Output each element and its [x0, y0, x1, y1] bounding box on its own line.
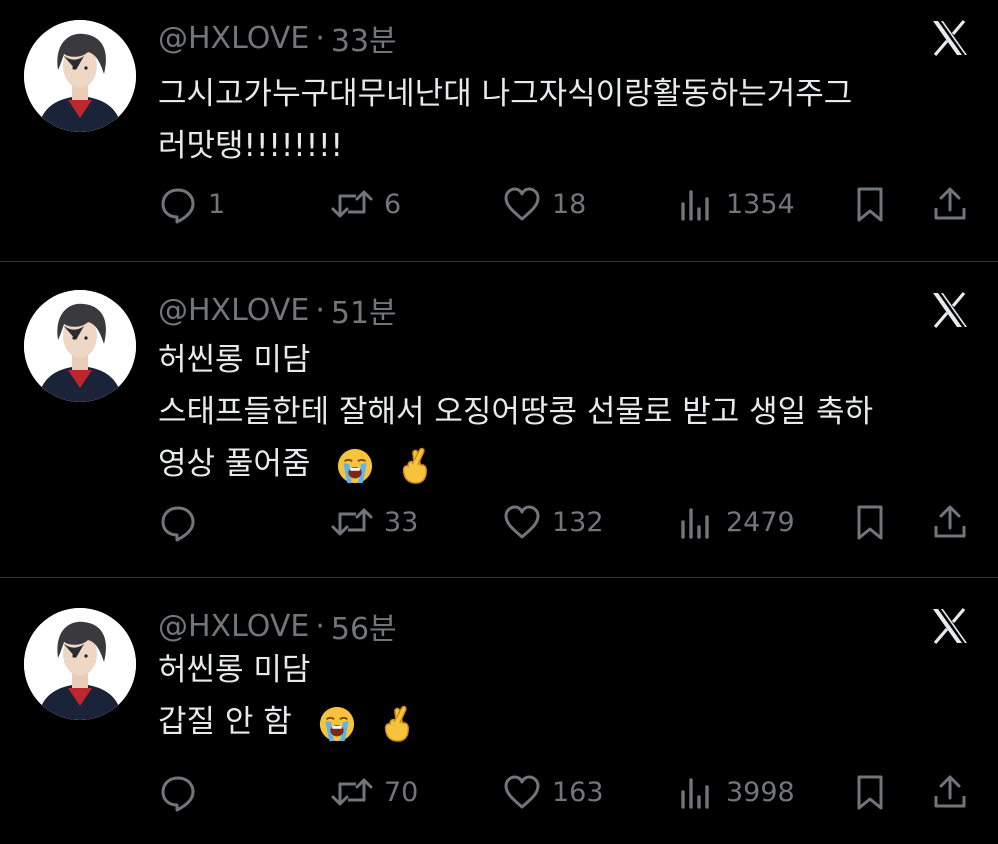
retweet-button[interactable]: 6	[330, 184, 401, 224]
bookmark-button[interactable]	[850, 502, 890, 542]
tweet-text-line: 그시고가누구대무네난대 나그자식이랑활동하는거주그	[158, 76, 853, 112]
x-logo-icon	[930, 18, 970, 58]
share-button[interactable]	[930, 184, 970, 224]
separator-dot: ·	[315, 292, 325, 328]
tweet-text-line: 스태프들한테 잘해서 오징어땅콩 선물로 받고 생일 축하	[158, 394, 874, 430]
tweet-header: @HXLOVE · 56분	[158, 604, 397, 648]
tweet[interactable]: @HXLOVE · 33분 그시고가누구대무네난대 나그자식이랑활동하는거주그 …	[0, 0, 998, 262]
views-button[interactable]: 1354	[676, 184, 795, 224]
separator-dot: ·	[315, 20, 325, 56]
retweet-count: 33	[384, 506, 419, 538]
loudly-crying-face-icon	[318, 705, 356, 743]
separator-dot: ·	[315, 608, 325, 644]
like-count: 163	[552, 776, 604, 808]
tweet-text: 허씬롱 미담 스태프들한테 잘해서 오징어땅콩 선물로 받고 생일 축하 영상 …	[158, 334, 970, 490]
share-icon	[930, 184, 970, 224]
retweet-icon	[330, 184, 374, 224]
bookmark-button[interactable]	[850, 184, 890, 224]
tweet-text-line: 영상 풀어줌	[158, 438, 970, 490]
tweet-text-segment: 갑질 안 함	[158, 704, 292, 740]
share-button[interactable]	[930, 502, 970, 542]
share-button[interactable]	[930, 772, 970, 812]
x-logo-icon	[930, 290, 970, 330]
reply-icon	[158, 502, 198, 542]
user-handle[interactable]: @HXLOVE	[158, 609, 309, 644]
crossed-fingers-icon	[394, 447, 432, 485]
user-handle[interactable]: @HXLOVE	[158, 293, 309, 328]
timestamp[interactable]: 51분	[331, 288, 397, 332]
heart-icon	[502, 184, 542, 224]
tweet-text-line: 러맛탱!!!!!!!!	[158, 128, 343, 164]
reply-count: 1	[208, 188, 226, 220]
retweet-button[interactable]: 70	[330, 772, 418, 812]
tweet-header: @HXLOVE · 33분	[158, 16, 397, 60]
heart-icon	[502, 772, 542, 812]
tweet[interactable]: @HXLOVE · 51분 허씬롱 미담 스태프들한테 잘해서 오징어땅콩 선물…	[0, 262, 998, 578]
timestamp[interactable]: 56분	[331, 604, 397, 648]
views-button[interactable]: 2479	[676, 502, 795, 542]
views-icon	[676, 184, 716, 224]
views-count: 3998	[726, 776, 795, 808]
retweet-icon	[330, 502, 374, 542]
retweet-icon	[330, 772, 374, 812]
bookmark-icon	[850, 772, 890, 812]
bookmark-icon	[850, 502, 890, 542]
views-button[interactable]: 3998	[676, 772, 795, 812]
action-bar: 33 132 2479	[158, 502, 970, 542]
reply-button[interactable]	[158, 772, 208, 812]
like-button[interactable]: 132	[502, 502, 604, 542]
reply-button[interactable]	[158, 502, 208, 542]
reply-icon	[158, 184, 198, 224]
views-count: 2479	[726, 506, 795, 538]
avatar[interactable]	[24, 608, 136, 720]
views-icon	[676, 502, 716, 542]
heart-icon	[502, 502, 542, 542]
reply-button[interactable]: 1	[158, 184, 225, 224]
crossed-fingers-icon	[376, 705, 414, 743]
tweet-text-line: 허씬롱 미담	[158, 342, 311, 378]
like-count: 18	[552, 188, 587, 220]
retweet-count: 70	[384, 776, 419, 808]
bookmark-icon	[850, 184, 890, 224]
action-bar: 70 163 3998	[158, 772, 970, 812]
retweet-button[interactable]: 33	[330, 502, 418, 542]
share-icon	[930, 772, 970, 812]
tweet-text: 허씬롱 미담 갑질 안 함	[158, 644, 970, 748]
x-logo-icon	[930, 606, 970, 646]
avatar[interactable]	[24, 290, 136, 402]
tweet-text-segment: 영상 풀어줌	[158, 446, 311, 482]
avatar[interactable]	[24, 20, 136, 132]
tweet-text-line: 갑질 안 함	[158, 696, 970, 748]
user-handle[interactable]: @HXLOVE	[158, 21, 309, 56]
tweet[interactable]: @HXLOVE · 56분 허씬롱 미담 갑질 안 함 70 163 3998	[0, 578, 998, 844]
loudly-crying-face-icon	[336, 447, 374, 485]
timestamp[interactable]: 33분	[331, 16, 397, 60]
retweet-count: 6	[384, 188, 402, 220]
views-count: 1354	[726, 188, 795, 220]
like-count: 132	[552, 506, 604, 538]
tweet-header: @HXLOVE · 51분	[158, 288, 397, 332]
bookmark-button[interactable]	[850, 772, 890, 812]
views-icon	[676, 772, 716, 812]
action-bar: 1 6 18 1354	[158, 184, 970, 224]
tweet-text-line: 허씬롱 미담	[158, 652, 311, 688]
like-button[interactable]: 18	[502, 184, 586, 224]
tweet-text: 그시고가누구대무네난대 나그자식이랑활동하는거주그 러맛탱!!!!!!!!	[158, 68, 970, 172]
like-button[interactable]: 163	[502, 772, 604, 812]
reply-icon	[158, 772, 198, 812]
share-icon	[930, 502, 970, 542]
